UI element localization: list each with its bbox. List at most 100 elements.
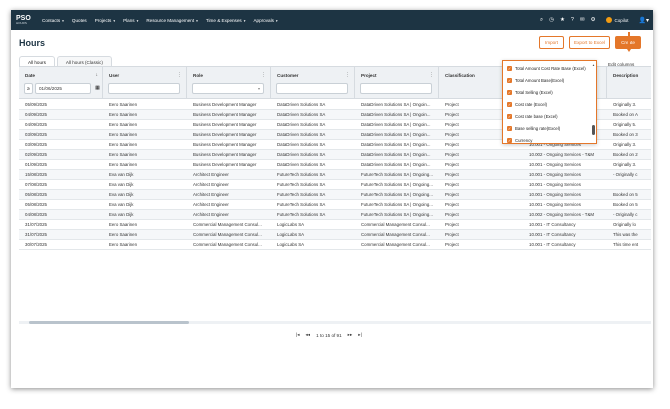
cell-customer: DataDriven Solutions SA — [277, 132, 326, 137]
sort-desc-icon[interactable]: ↓ — [96, 72, 99, 78]
chevron-down-icon: ▾ — [62, 18, 64, 23]
top-icon-bar: ⌕ ◷ ★ ? ✉ ⚙ Copilot 👤▾ — [534, 10, 649, 30]
date-filter-input[interactable]: 01/06/2025 — [35, 83, 91, 94]
column-chooser-item[interactable]: ✓ Total Amount Cost Rate Base (Excel) — [507, 64, 586, 72]
chevron-up-icon[interactable]: ▲ — [592, 63, 595, 67]
column-role: Role ⋮ ▾ — [187, 67, 271, 99]
column-menu-icon[interactable]: ⋮ — [345, 72, 350, 78]
chevron-down-icon: ▾ — [257, 86, 260, 91]
table-row[interactable]: 05/08/2025 Eva van Dijk Architect Engineer… — [19, 190, 651, 200]
column-menu-icon[interactable]: ⋮ — [261, 72, 266, 78]
popup-scrollbar[interactable]: ▲ — [592, 63, 595, 141]
nav-time-expenses[interactable]: Time & Expenses ▾ — [206, 18, 246, 23]
cell-user: Eero Saarinen — [109, 222, 138, 227]
table-row[interactable]: 07/08/2025 Eva van Dijk Architect Engineer… — [19, 180, 651, 190]
cell-project: DataDriven Solutions SA | Ongoin... — [361, 162, 431, 167]
horizontal-scrollbar[interactable] — [19, 321, 651, 324]
clock-icon[interactable]: ◷ — [549, 17, 554, 23]
cell-role: Commercial Management Consul... — [193, 242, 262, 247]
cell-user: Eero Saarinen — [109, 102, 138, 107]
nav-projects[interactable]: Projects ▾ — [95, 18, 115, 23]
table-row[interactable]: 05/08/2025 Eva van Dijk Architect Engineer… — [19, 200, 651, 210]
table-row[interactable]: 30/07/2025 Eero Saarinen Commercial Manage… — [19, 240, 651, 250]
table-row[interactable]: 02/09/2025 Eero Saarinen Business Developm… — [19, 150, 651, 160]
star-icon[interactable]: ★ — [560, 17, 565, 23]
table-row[interactable]: 01/09/2025 Eero Saarinen Business Developm… — [19, 160, 651, 170]
cell-service: 10.001 - Ongoing Services — [529, 182, 581, 187]
column-chooser-item[interactable]: ✓ Currency — [507, 136, 532, 143]
app-logo[interactable]: PSO HOURS — [16, 15, 38, 25]
checkbox-checked-icon[interactable]: ✓ — [507, 89, 512, 95]
cell-customer: FutureTech Solutions SA — [277, 212, 326, 217]
cell-date: 01/09/2025 — [25, 162, 47, 167]
project-filter-input[interactable] — [360, 83, 432, 94]
cell-classification: Project — [445, 202, 459, 207]
first-page-icon[interactable]: |◂ — [296, 332, 300, 338]
cell-project: FutureTech Solutions SA | Ongoing... — [361, 202, 433, 207]
nav-quotes[interactable]: Quotes — [72, 18, 87, 23]
cell-role: Business Development Manager — [193, 152, 257, 157]
cell-date: 31/07/2025 — [25, 232, 47, 237]
nav-approvals[interactable]: Approvals ▾ — [253, 18, 277, 23]
chevron-down-icon: ▾ — [113, 18, 116, 23]
cell-project: Commercial Management Consul... — [361, 242, 430, 247]
column-chooser-item[interactable]: ✓ Cost rate (Excel) — [507, 100, 547, 108]
calendar-icon[interactable]: ▦ — [92, 83, 103, 94]
date-operator-select[interactable]: ≥ — [24, 83, 33, 94]
megaphone-icon[interactable]: ✉ — [580, 17, 585, 23]
column-menu-icon[interactable]: ⋮ — [429, 72, 434, 78]
prev-page-icon[interactable]: ◂◂ — [306, 332, 311, 338]
last-page-icon[interactable]: ▸| — [358, 332, 362, 338]
page-info: 1 to 15 of 91 — [316, 332, 342, 338]
checkbox-checked-icon[interactable]: ✓ — [507, 125, 512, 131]
scrollbar-thumb[interactable] — [29, 321, 189, 324]
copilot-button[interactable]: Copilot — [605, 17, 629, 23]
checkbox-checked-icon[interactable]: ✓ — [507, 137, 512, 143]
column-chooser-item[interactable]: ✓ Base selling rate(Excel) — [507, 124, 560, 132]
cell-date: 05/09/2025 — [25, 102, 47, 107]
table-row[interactable]: 15/08/2025 Eva van Dijk Architect Engineer… — [19, 170, 651, 180]
cell-role: Business Development Manager — [193, 142, 257, 147]
nav-contacts[interactable]: Contacts ▾ — [42, 18, 64, 23]
cell-classification: Project — [445, 242, 459, 247]
cell-description: - Originally c — [613, 172, 638, 177]
user-icon[interactable]: 👤▾ — [639, 17, 649, 24]
cell-project: DataDriven Solutions SA | Ongoin... — [361, 122, 431, 127]
column-chooser-item[interactable]: ✓ Cost rate base (Excel) — [507, 112, 558, 120]
column-chooser-item[interactable]: ✓ Total Selling (Excel) — [507, 88, 553, 96]
role-filter-select[interactable]: ▾ — [192, 83, 264, 94]
cell-date: 05/08/2025 — [25, 202, 47, 207]
cell-role: Business Development Manager — [193, 112, 257, 117]
popup-scrollbar-thumb[interactable] — [592, 125, 595, 135]
cell-service: 10.001 - IT Consultancy — [529, 222, 576, 227]
table-row[interactable]: 31/07/2025 Eero Saarinen Commercial Manage… — [19, 230, 651, 240]
search-icon[interactable]: ⌕ — [540, 17, 543, 24]
checkbox-checked-icon[interactable]: ✓ — [507, 101, 512, 107]
cell-customer: LogicLabs SA — [277, 222, 305, 227]
next-page-icon[interactable]: ▸▸ — [348, 332, 353, 338]
checkbox-checked-icon[interactable]: ✓ — [507, 113, 512, 119]
cell-description: This time ent — [613, 242, 639, 247]
cell-user: Eero Saarinen — [109, 142, 138, 147]
table-row[interactable]: 04/08/2025 Eva van Dijk Architect Engineer… — [19, 210, 651, 220]
column-menu-icon[interactable]: ⋮ — [177, 72, 182, 78]
cell-description: Booked on 2 — [613, 152, 638, 157]
nav-plans[interactable]: Plans ▾ — [123, 18, 138, 23]
customer-filter-input[interactable] — [276, 83, 348, 94]
cell-customer: DataDriven Solutions SA — [277, 152, 326, 157]
nav-resource-management[interactable]: Resource Management ▾ — [146, 18, 198, 23]
checkbox-checked-icon[interactable]: ✓ — [507, 77, 512, 83]
cell-user: Eva van Dijk — [109, 182, 134, 187]
cell-date: 04/09/2025 — [25, 112, 47, 117]
cell-customer: DataDriven Solutions SA — [277, 102, 326, 107]
checkbox-checked-icon[interactable]: ✓ — [507, 65, 512, 71]
gear-icon[interactable]: ⚙ — [591, 17, 596, 23]
table-row[interactable]: 31/07/2025 Eero Saarinen Commercial Manage… — [19, 220, 651, 230]
user-filter-input[interactable] — [108, 83, 180, 94]
help-icon[interactable]: ? — [571, 17, 574, 23]
cell-project: FutureTech Solutions SA | Ongoing... — [361, 212, 433, 217]
cell-customer: DataDriven Solutions SA — [277, 112, 326, 117]
export-excel-button[interactable]: Export to Excel — [569, 36, 610, 49]
import-button[interactable]: Import — [539, 36, 564, 49]
column-chooser-item[interactable]: ✓ Total Amount Base(Excel) — [507, 76, 564, 84]
